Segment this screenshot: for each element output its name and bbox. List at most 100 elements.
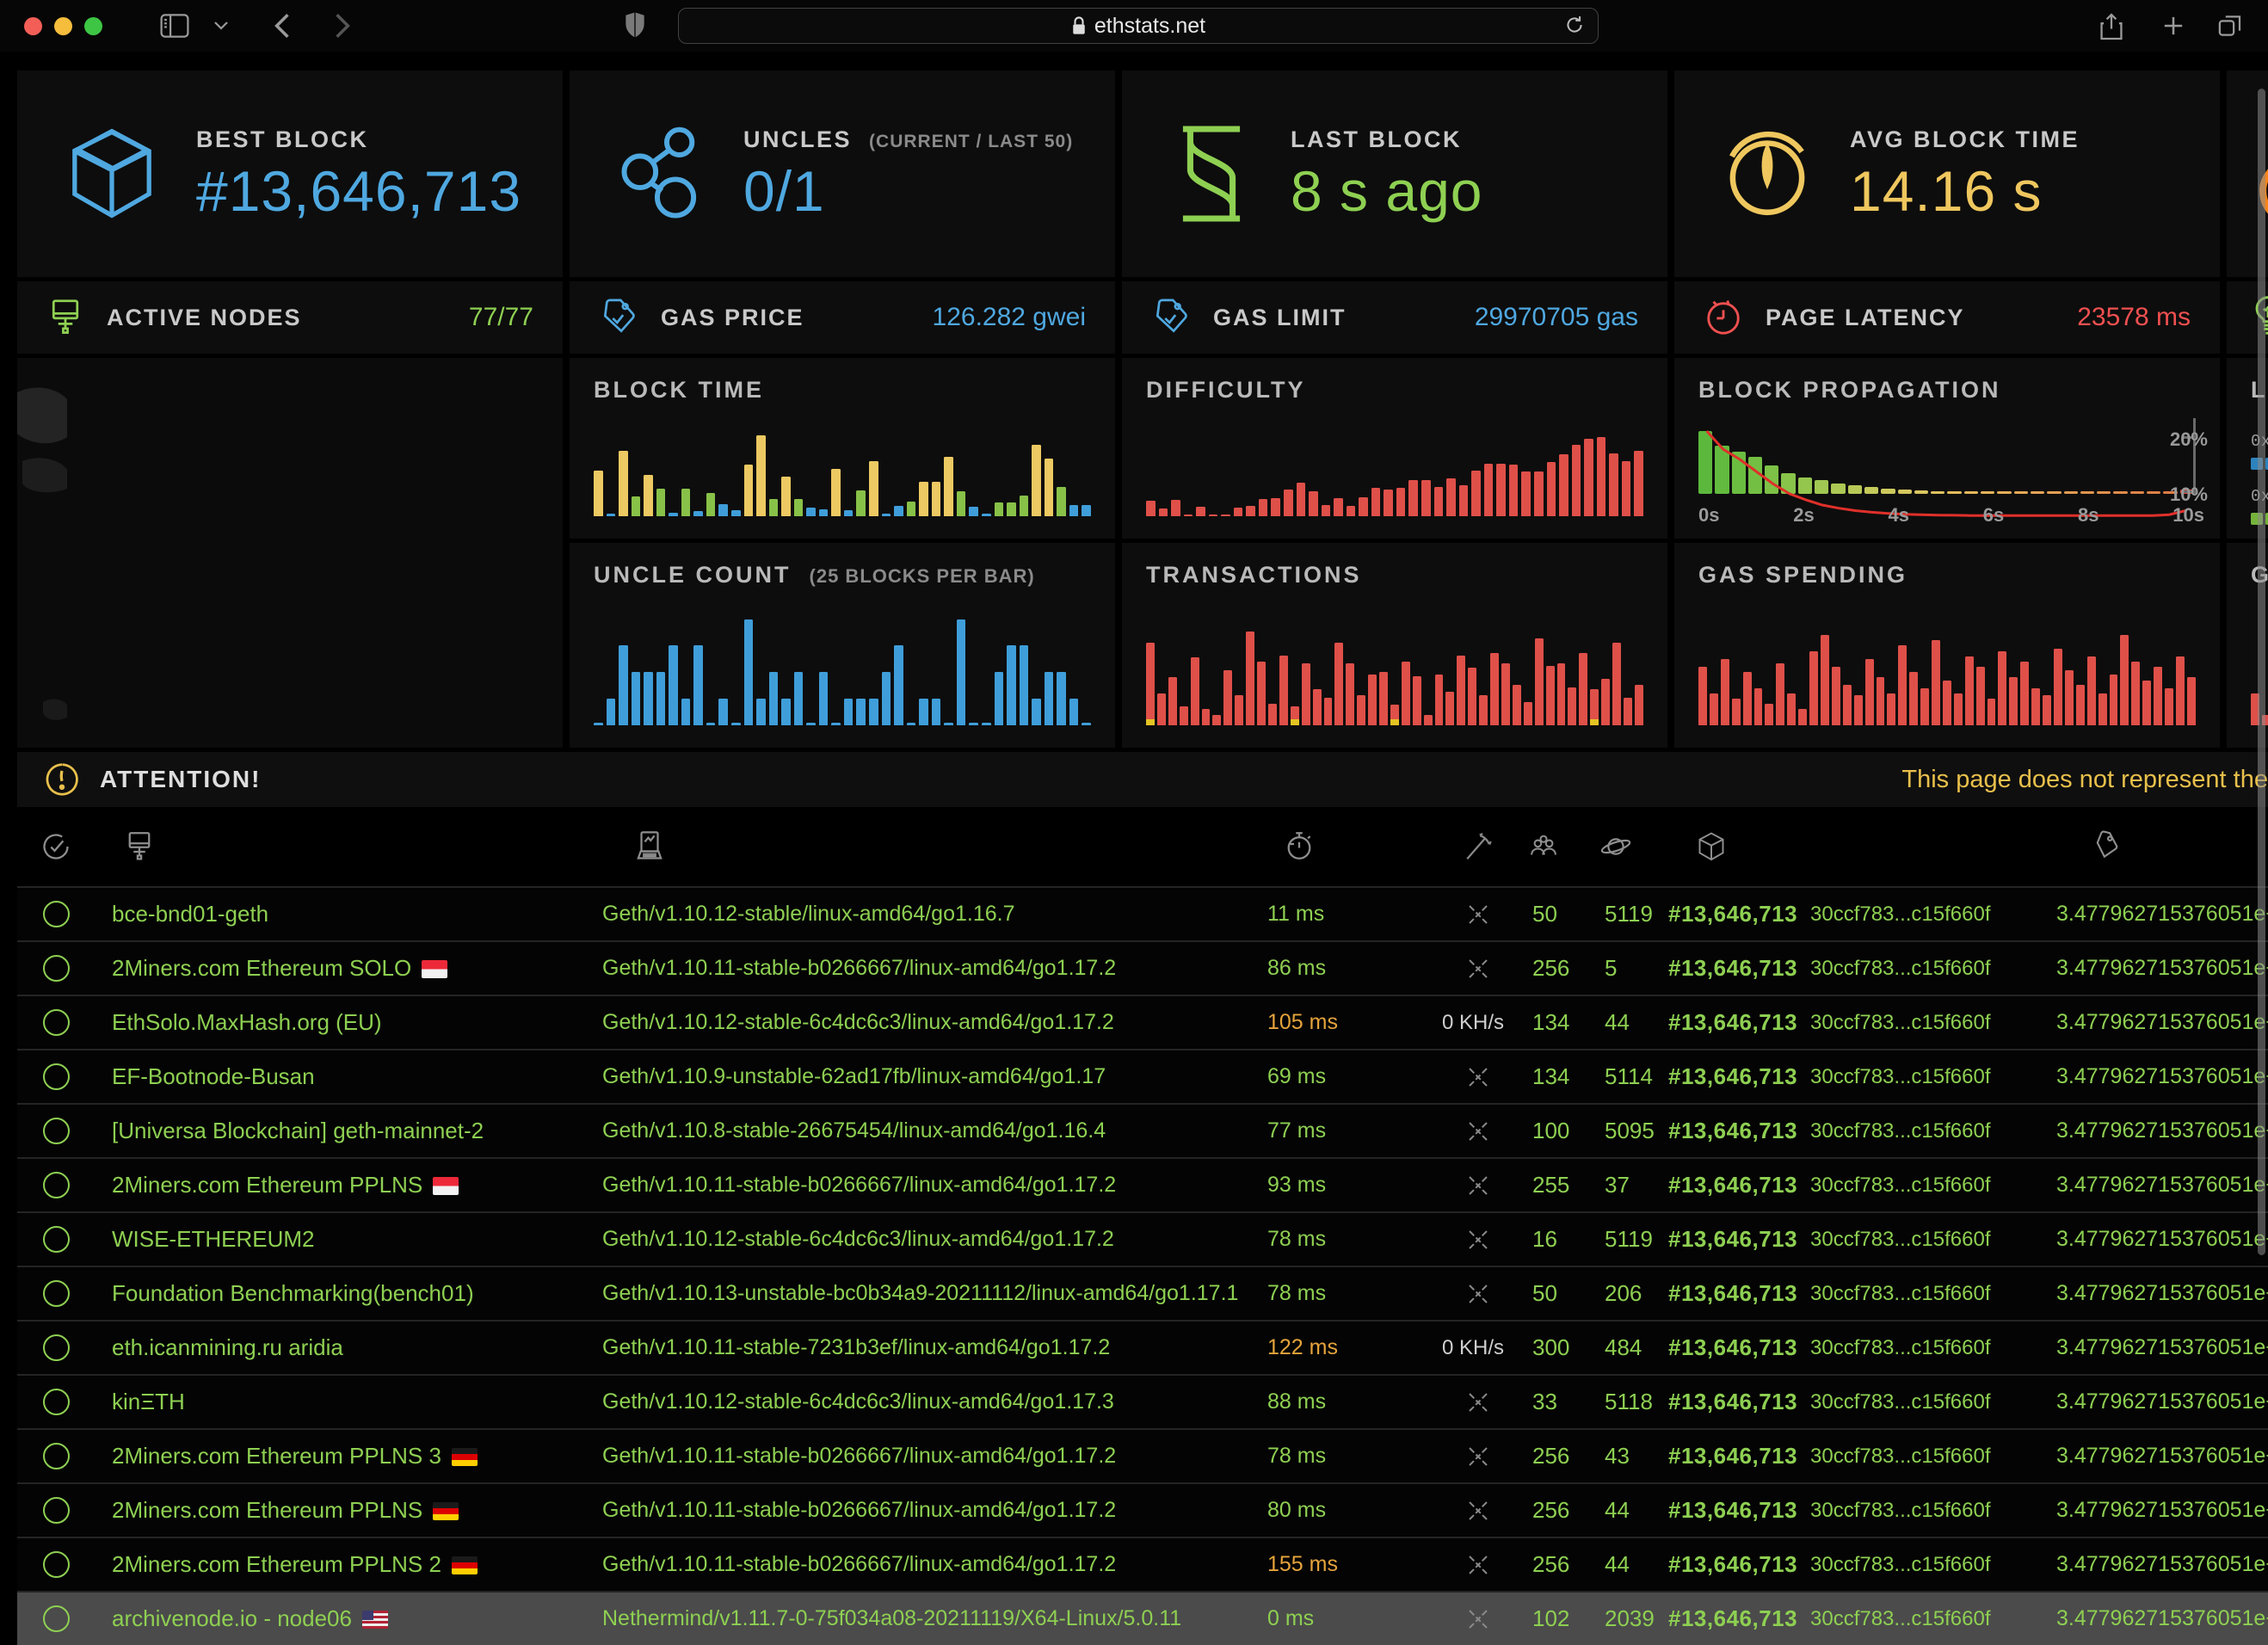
url-bar[interactable]: ethstats.net <box>678 8 1599 44</box>
node-name[interactable]: eth.icanmining.ru aridia <box>95 1334 602 1361</box>
node-table-row[interactable]: 2Miners.com Ethereum PPLNS 3 Geth/v1.10.1… <box>17 1428 2268 1482</box>
zoom-window-button[interactable] <box>84 17 102 35</box>
node-pending: 5095 <box>1592 1118 1665 1144</box>
node-name[interactable]: bce-bnd01-geth <box>95 901 602 927</box>
node-name[interactable]: archivenode.io - node06 <box>95 1605 602 1632</box>
node-status-icon <box>17 1551 95 1578</box>
chart-bar <box>632 496 641 516</box>
node-total-difficulty: 3.477962715376051e+2 <box>2056 1606 2268 1631</box>
world-map-fragment <box>17 358 69 748</box>
chart-bar <box>869 699 878 725</box>
chart-bar <box>1547 462 1556 516</box>
refresh-icon[interactable] <box>1563 14 1586 36</box>
gas-price-value: 126.282 gwei <box>933 303 1086 332</box>
chart-bar <box>1347 506 1356 516</box>
node-name[interactable]: 2Miners.com Ethereum SOLO <box>95 955 602 982</box>
vertical-scrollbar[interactable] <box>2258 89 2265 1255</box>
peers-column-header[interactable] <box>1519 830 1592 863</box>
node-table-row[interactable]: EthSolo.MaxHash.org (EU)Geth/v1.10.12-st… <box>17 995 2268 1049</box>
node-peers: 256 <box>1519 1497 1592 1524</box>
chart-bar <box>932 482 941 516</box>
node-column-header[interactable] <box>95 829 602 864</box>
block-time-chart <box>594 432 1091 516</box>
tab-overview-icon[interactable] <box>2218 14 2244 38</box>
forward-button[interactable] <box>334 12 351 40</box>
node-name[interactable]: 2Miners.com Ethereum PPLNS <box>95 1497 602 1524</box>
node-name[interactable]: Foundation Benchmarking(bench01) <box>95 1280 602 1307</box>
node-table-row[interactable]: 2Miners.com Ethereum PPLNSGeth/v1.10.11-… <box>17 1157 2268 1211</box>
node-block-hash: 30ccf783...c15f660f <box>1807 957 2056 981</box>
node-latency: 78 ms <box>1265 1444 1437 1469</box>
mining-column-header[interactable] <box>1437 829 1519 864</box>
uncles-label: UNCLES (CURRENT / LAST 50) <box>743 126 1073 153</box>
node-version: Geth/v1.10.11-stable-b0266667/linux-amd6… <box>602 1444 1265 1469</box>
node-name-text: bce-bnd01-geth <box>112 901 268 927</box>
node-name[interactable]: 2Miners.com Ethereum PPLNS 3 <box>95 1443 602 1469</box>
chart-bar <box>1007 645 1016 725</box>
node-table-row[interactable]: WISE-ETHEREUM2Geth/v1.10.12-stable-6c4dc… <box>17 1211 2268 1266</box>
chart-bar <box>1082 505 1091 516</box>
chart-bar <box>594 723 603 725</box>
avg-block-time-label: AVG BLOCK TIME <box>1850 126 2080 153</box>
node-name-text: 2Miners.com Ethereum PPLNS 3 <box>112 1443 441 1469</box>
node-table-row[interactable]: 2Miners.com Ethereum SOLOGeth/v1.10.11-s… <box>17 940 2268 995</box>
status-column-header[interactable] <box>17 831 95 862</box>
node-table-row[interactable]: eth.icanmining.ru aridiaGeth/v1.10.11-st… <box>17 1320 2268 1374</box>
node-name[interactable]: 2Miners.com Ethereum PPLNS <box>95 1172 602 1198</box>
latency-column-header[interactable] <box>1265 829 1437 864</box>
chart-bar <box>1157 693 1166 725</box>
node-name[interactable]: EF-Bootnode-Busan <box>95 1063 602 1090</box>
node-block-number: #13,646,713 <box>1665 1443 1807 1469</box>
node-name[interactable]: 2Miners.com Ethereum PPLNS 2 <box>95 1551 602 1578</box>
new-tab-icon[interactable] <box>2161 14 2185 38</box>
node-block-number: #13,646,713 <box>1665 1118 1807 1144</box>
chart-bar <box>607 699 616 725</box>
chart-bar <box>1468 668 1476 725</box>
pending-column-header[interactable] <box>1592 830 1665 863</box>
chart-bar <box>1446 478 1456 516</box>
node-name[interactable]: WISE-ETHEREUM2 <box>95 1226 602 1253</box>
pickaxe-icon <box>1463 829 1494 864</box>
privacy-shield-icon[interactable] <box>625 11 645 39</box>
node-table-row[interactable]: [Universa Blockchain] geth-mainnet-2Geth… <box>17 1103 2268 1157</box>
chart-bar <box>819 672 829 725</box>
chart-bar <box>819 509 829 516</box>
node-table-row[interactable]: kinΞTHGeth/v1.10.12-stable-6c4dc6c3/linu… <box>17 1374 2268 1428</box>
node-table-row[interactable]: 2Miners.com Ethereum PPLNS 2Geth/v1.10.1… <box>17 1537 2268 1591</box>
node-peers: 134 <box>1519 1063 1592 1090</box>
node-latency: 78 ms <box>1265 1227 1437 1252</box>
chart-bar <box>1622 461 1631 516</box>
node-name[interactable]: EthSolo.MaxHash.org (EU) <box>95 1009 602 1036</box>
node-info-column-header[interactable] <box>602 829 1265 865</box>
node-block-hash: 30ccf783...c15f660f <box>1807 1174 2056 1198</box>
node-table-row[interactable]: bce-bnd01-gethGeth/v1.10.12-stable/linux… <box>17 886 2268 940</box>
back-button[interactable] <box>274 12 291 40</box>
minimize-window-button[interactable] <box>54 17 72 35</box>
sidebar-toggle-icon[interactable] <box>160 14 189 38</box>
uncles-sublabel: (CURRENT / LAST 50) <box>869 132 1073 151</box>
block-column-header[interactable] <box>1665 830 1807 863</box>
node-name[interactable]: kinΞTH <box>95 1389 602 1415</box>
node-table-row[interactable]: EF-Bootnode-BusanGeth/v1.10.9-unstable-6… <box>17 1049 2268 1103</box>
chart-bar <box>882 514 891 516</box>
flag-de-icon <box>433 1502 459 1520</box>
chart-bar <box>756 699 766 725</box>
chart-bar <box>693 511 703 516</box>
node-pending: 5 <box>1592 955 1665 982</box>
laptop-chart-icon <box>633 829 1265 865</box>
chart-bar <box>1313 689 1322 725</box>
share-icon[interactable] <box>2099 12 2123 41</box>
close-window-button[interactable] <box>24 17 42 35</box>
chart-bar <box>1612 643 1621 725</box>
chevron-down-icon[interactable] <box>213 21 229 31</box>
chart-title: TRANSACTIONS <box>1146 562 1362 588</box>
node-table-row[interactable]: archivenode.io - node06Nethermind/v1.11.… <box>17 1591 2268 1645</box>
node-name[interactable]: [Universa Blockchain] geth-mainnet-2 <box>95 1118 602 1144</box>
node-peers: 50 <box>1519 1280 1592 1307</box>
node-block-hash: 30ccf783...c15f660f <box>1807 903 2056 927</box>
node-table-row[interactable]: 2Miners.com Ethereum PPLNSGeth/v1.10.11-… <box>17 1482 2268 1537</box>
difficulty-column-header[interactable] <box>2056 829 2268 864</box>
chart-title: BLOCK PROPAGATION <box>1698 377 2001 404</box>
node-table-row[interactable]: Foundation Benchmarking(bench01)Geth/v1.… <box>17 1266 2268 1320</box>
mining-x-icon <box>1437 1227 1519 1253</box>
